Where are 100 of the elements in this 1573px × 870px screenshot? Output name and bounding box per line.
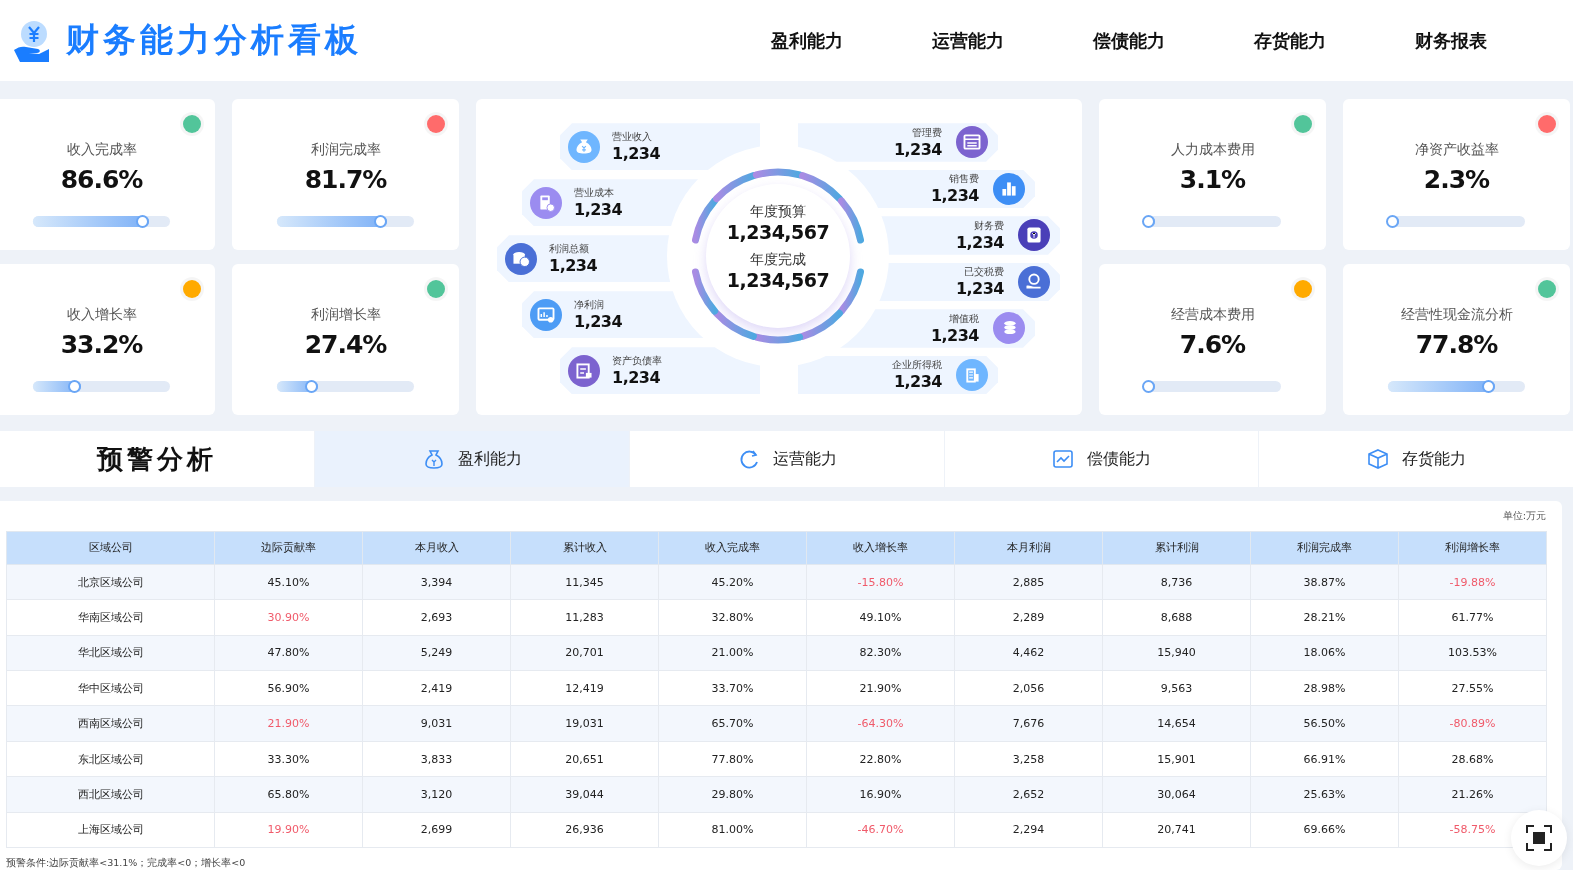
kpi-label: 经营性现金流分析 — [1400, 306, 1513, 325]
table-cell: 18.06% — [1250, 635, 1399, 671]
table-cell: 28.98% — [1250, 670, 1399, 706]
nav-link[interactable]: 偿债能力 — [1048, 28, 1209, 53]
metric-value: 1,234 — [930, 325, 979, 345]
column-header: 累计收入 — [510, 531, 659, 565]
metric-label: 营业成本 — [574, 186, 615, 201]
table-cell: 11,345 — [510, 564, 659, 600]
metric-value: 1,234 — [955, 279, 1004, 299]
table-cell: 西南区域公司 — [6, 705, 215, 742]
metric-value: 1,234 — [612, 368, 662, 388]
fullscreen-icon — [1526, 825, 1552, 851]
metric-label: 增值税 — [949, 311, 979, 326]
column-header: 利润增长率 — [1398, 531, 1547, 565]
box-icon — [1366, 447, 1391, 471]
table-cell: 82.30% — [806, 635, 955, 671]
column-header: 收入增长率 — [806, 531, 955, 565]
kpi-value: 3.1% — [1179, 165, 1246, 195]
nav-link[interactable]: 存货能力 — [1209, 28, 1370, 53]
metric-value: 1,234 — [893, 139, 942, 159]
table-cell: 3,258 — [954, 741, 1103, 777]
nav-link[interactable]: 运营能力 — [887, 28, 1048, 53]
table-cell: 2,056 — [954, 670, 1103, 706]
table-cell: -64.30% — [806, 705, 955, 742]
table-cell: 9,563 — [1102, 670, 1251, 706]
tab[interactable]: 存货能力 — [1258, 431, 1573, 487]
nav-link[interactable]: 财务报表 — [1370, 28, 1531, 53]
metric-label: 利润总额 — [549, 242, 590, 257]
money-bag-icon — [568, 130, 600, 163]
section-title: 预警分析 — [97, 442, 217, 476]
dashboard-title: 财务能力分析看板 — [66, 19, 362, 62]
table-cell: 14,654 — [1102, 705, 1251, 742]
kpi-label: 利润增长率 — [310, 306, 381, 325]
table-cell: 33.30% — [214, 741, 363, 777]
budget-value: 1,234,567 — [726, 221, 830, 244]
table-cell: 65.80% — [214, 776, 363, 813]
table-cell: 7,676 — [954, 705, 1103, 742]
table-cell: 20,701 — [510, 635, 659, 671]
bar-chart-icon — [993, 172, 1025, 205]
table-cell: 49.10% — [806, 599, 955, 636]
table-cell: 3,394 — [362, 564, 511, 600]
tab[interactable]: 盈利能力 — [314, 431, 629, 487]
table-cell: 9,031 — [362, 705, 511, 742]
table-cell: 39,044 — [510, 776, 659, 813]
table-cell: 11,283 — [510, 599, 659, 636]
table-cell: 61.77% — [1398, 599, 1547, 636]
table-cell: 16.90% — [806, 776, 955, 813]
table-cell: 30.90% — [214, 599, 363, 636]
table-cell: 2,294 — [954, 812, 1103, 848]
tab[interactable]: 偿债能力 — [943, 431, 1259, 487]
nav-link[interactable]: 盈利能力 — [726, 28, 887, 53]
column-header: 收入完成率 — [658, 531, 807, 565]
kpi-value: 2.3% — [1423, 165, 1490, 195]
table-cell: 56.90% — [214, 670, 363, 706]
column-header: 累计利润 — [1102, 531, 1251, 565]
table-cell: 77.80% — [658, 741, 807, 777]
chart-icon — [530, 298, 562, 331]
metric-value: 1,234 — [612, 144, 661, 164]
unit-label: 单位:万元 — [1502, 508, 1546, 523]
card-icon — [1051, 447, 1076, 471]
table-cell: 2,289 — [954, 599, 1103, 636]
table-cell: 上海区域公司 — [6, 812, 215, 848]
table-cell: 45.20% — [658, 564, 807, 600]
tab[interactable]: 运营能力 — [628, 431, 944, 487]
column-header: 利润完成率 — [1250, 531, 1399, 565]
table-cell: 20,741 — [1102, 812, 1251, 848]
table-cell: 29.80% — [658, 776, 807, 813]
table-cell: 2,693 — [362, 599, 511, 636]
kpi-label: 利润完成率 — [310, 141, 381, 160]
column-header: 本月利润 — [954, 531, 1103, 565]
kpi-label: 收入增长率 — [66, 306, 137, 325]
table-cell: 3,833 — [362, 741, 511, 777]
table-cell: 2,885 — [954, 564, 1103, 600]
metric-value: 1,234 — [930, 186, 979, 206]
kpi-value: 86.6% — [60, 165, 143, 195]
table-cell: 26,936 — [510, 812, 659, 848]
table-cell: -19.88% — [1398, 564, 1547, 600]
coin-stack-icon — [993, 312, 1025, 345]
metric-value: 1,234 — [574, 200, 623, 220]
table-cell: 81.00% — [658, 812, 807, 848]
kpi-value: 33.2% — [60, 330, 143, 360]
table-cell: 12,419 — [510, 670, 659, 706]
metric-label: 净利润 — [574, 298, 605, 313]
table-cell: 19,031 — [510, 705, 659, 742]
table-cell: 22.80% — [806, 741, 955, 777]
table-cell: 38.87% — [1250, 564, 1399, 600]
table-cell: 28.68% — [1398, 741, 1547, 777]
table-cell: 华北区域公司 — [6, 635, 215, 671]
metric-label: 企业所得税 — [892, 358, 942, 373]
table-cell: 5,249 — [362, 635, 511, 671]
table-cell: 56.50% — [1250, 705, 1399, 742]
table-cell: 19.90% — [214, 812, 363, 848]
table-cell: 21.90% — [214, 705, 363, 742]
kpi-label: 收入完成率 — [66, 141, 137, 160]
kpi-label: 人力成本费用 — [1170, 141, 1255, 160]
table-cell: 东北区域公司 — [6, 741, 215, 777]
form-icon — [956, 126, 988, 159]
table-cell: 21.26% — [1398, 776, 1547, 813]
wallet-icon — [1018, 219, 1050, 252]
kpi-value: 27.4% — [304, 330, 387, 360]
